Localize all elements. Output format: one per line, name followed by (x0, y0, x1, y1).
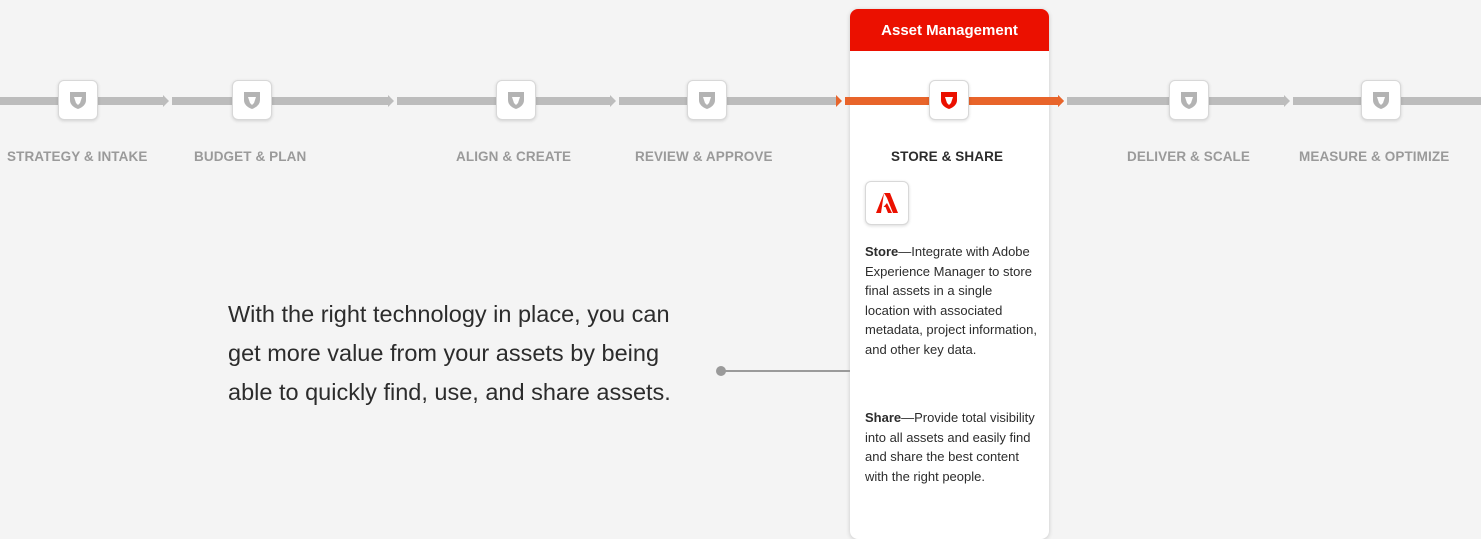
chevron-right-icon (1284, 95, 1290, 107)
stage-node-budget[interactable] (232, 80, 272, 120)
stage-label-budget: BUDGET & PLAN (194, 149, 307, 164)
stage-node-store[interactable] (929, 80, 969, 120)
adobe-logo-icon (876, 193, 898, 213)
main-statement: With the right technology in place, you … (228, 301, 671, 405)
stage-label-review: REVIEW & APPROVE (635, 149, 773, 164)
lion-badge-icon (244, 92, 260, 109)
lion-badge-icon (1181, 92, 1197, 109)
chevron-right-icon (1058, 95, 1064, 107)
lion-badge-icon (699, 92, 715, 109)
share-description: Share—Provide total visibility into all … (865, 408, 1040, 486)
track-segment (172, 97, 388, 105)
stage-node-deliver[interactable] (1169, 80, 1209, 120)
stage-label-strategy: STRATEGY & INTAKE (7, 149, 148, 164)
share-title: Share (865, 410, 902, 425)
lion-badge-icon (508, 92, 524, 109)
store-description: Store—Integrate with Adobe Experience Ma… (865, 242, 1040, 359)
stage-node-align[interactable] (496, 80, 536, 120)
lion-badge-icon (941, 92, 957, 109)
store-title: Store (865, 244, 899, 259)
chevron-right-icon (163, 95, 169, 107)
stage-label-align: ALIGN & CREATE (456, 149, 572, 164)
stage-label-deliver: DELIVER & SCALE (1127, 149, 1251, 164)
lion-badge-icon (1373, 92, 1389, 109)
track-segment (619, 97, 836, 105)
card-header: Asset Management (850, 9, 1049, 51)
store-text: —Integrate with Adobe Experience Manager… (865, 244, 1037, 357)
stage-label-store: STORE & SHARE (891, 149, 1004, 164)
stage-node-strategy[interactable] (58, 80, 98, 120)
stage-label-measure: MEASURE & OPTIMIZE (1299, 149, 1450, 164)
chevron-right-icon (610, 95, 616, 107)
lion-badge-icon (70, 92, 86, 109)
stage-node-review[interactable] (687, 80, 727, 120)
connector-line (721, 370, 850, 372)
chevron-right-icon (836, 95, 842, 107)
stage-node-measure[interactable] (1361, 80, 1401, 120)
adobe-app-tile (865, 181, 909, 225)
chevron-right-icon (388, 95, 394, 107)
